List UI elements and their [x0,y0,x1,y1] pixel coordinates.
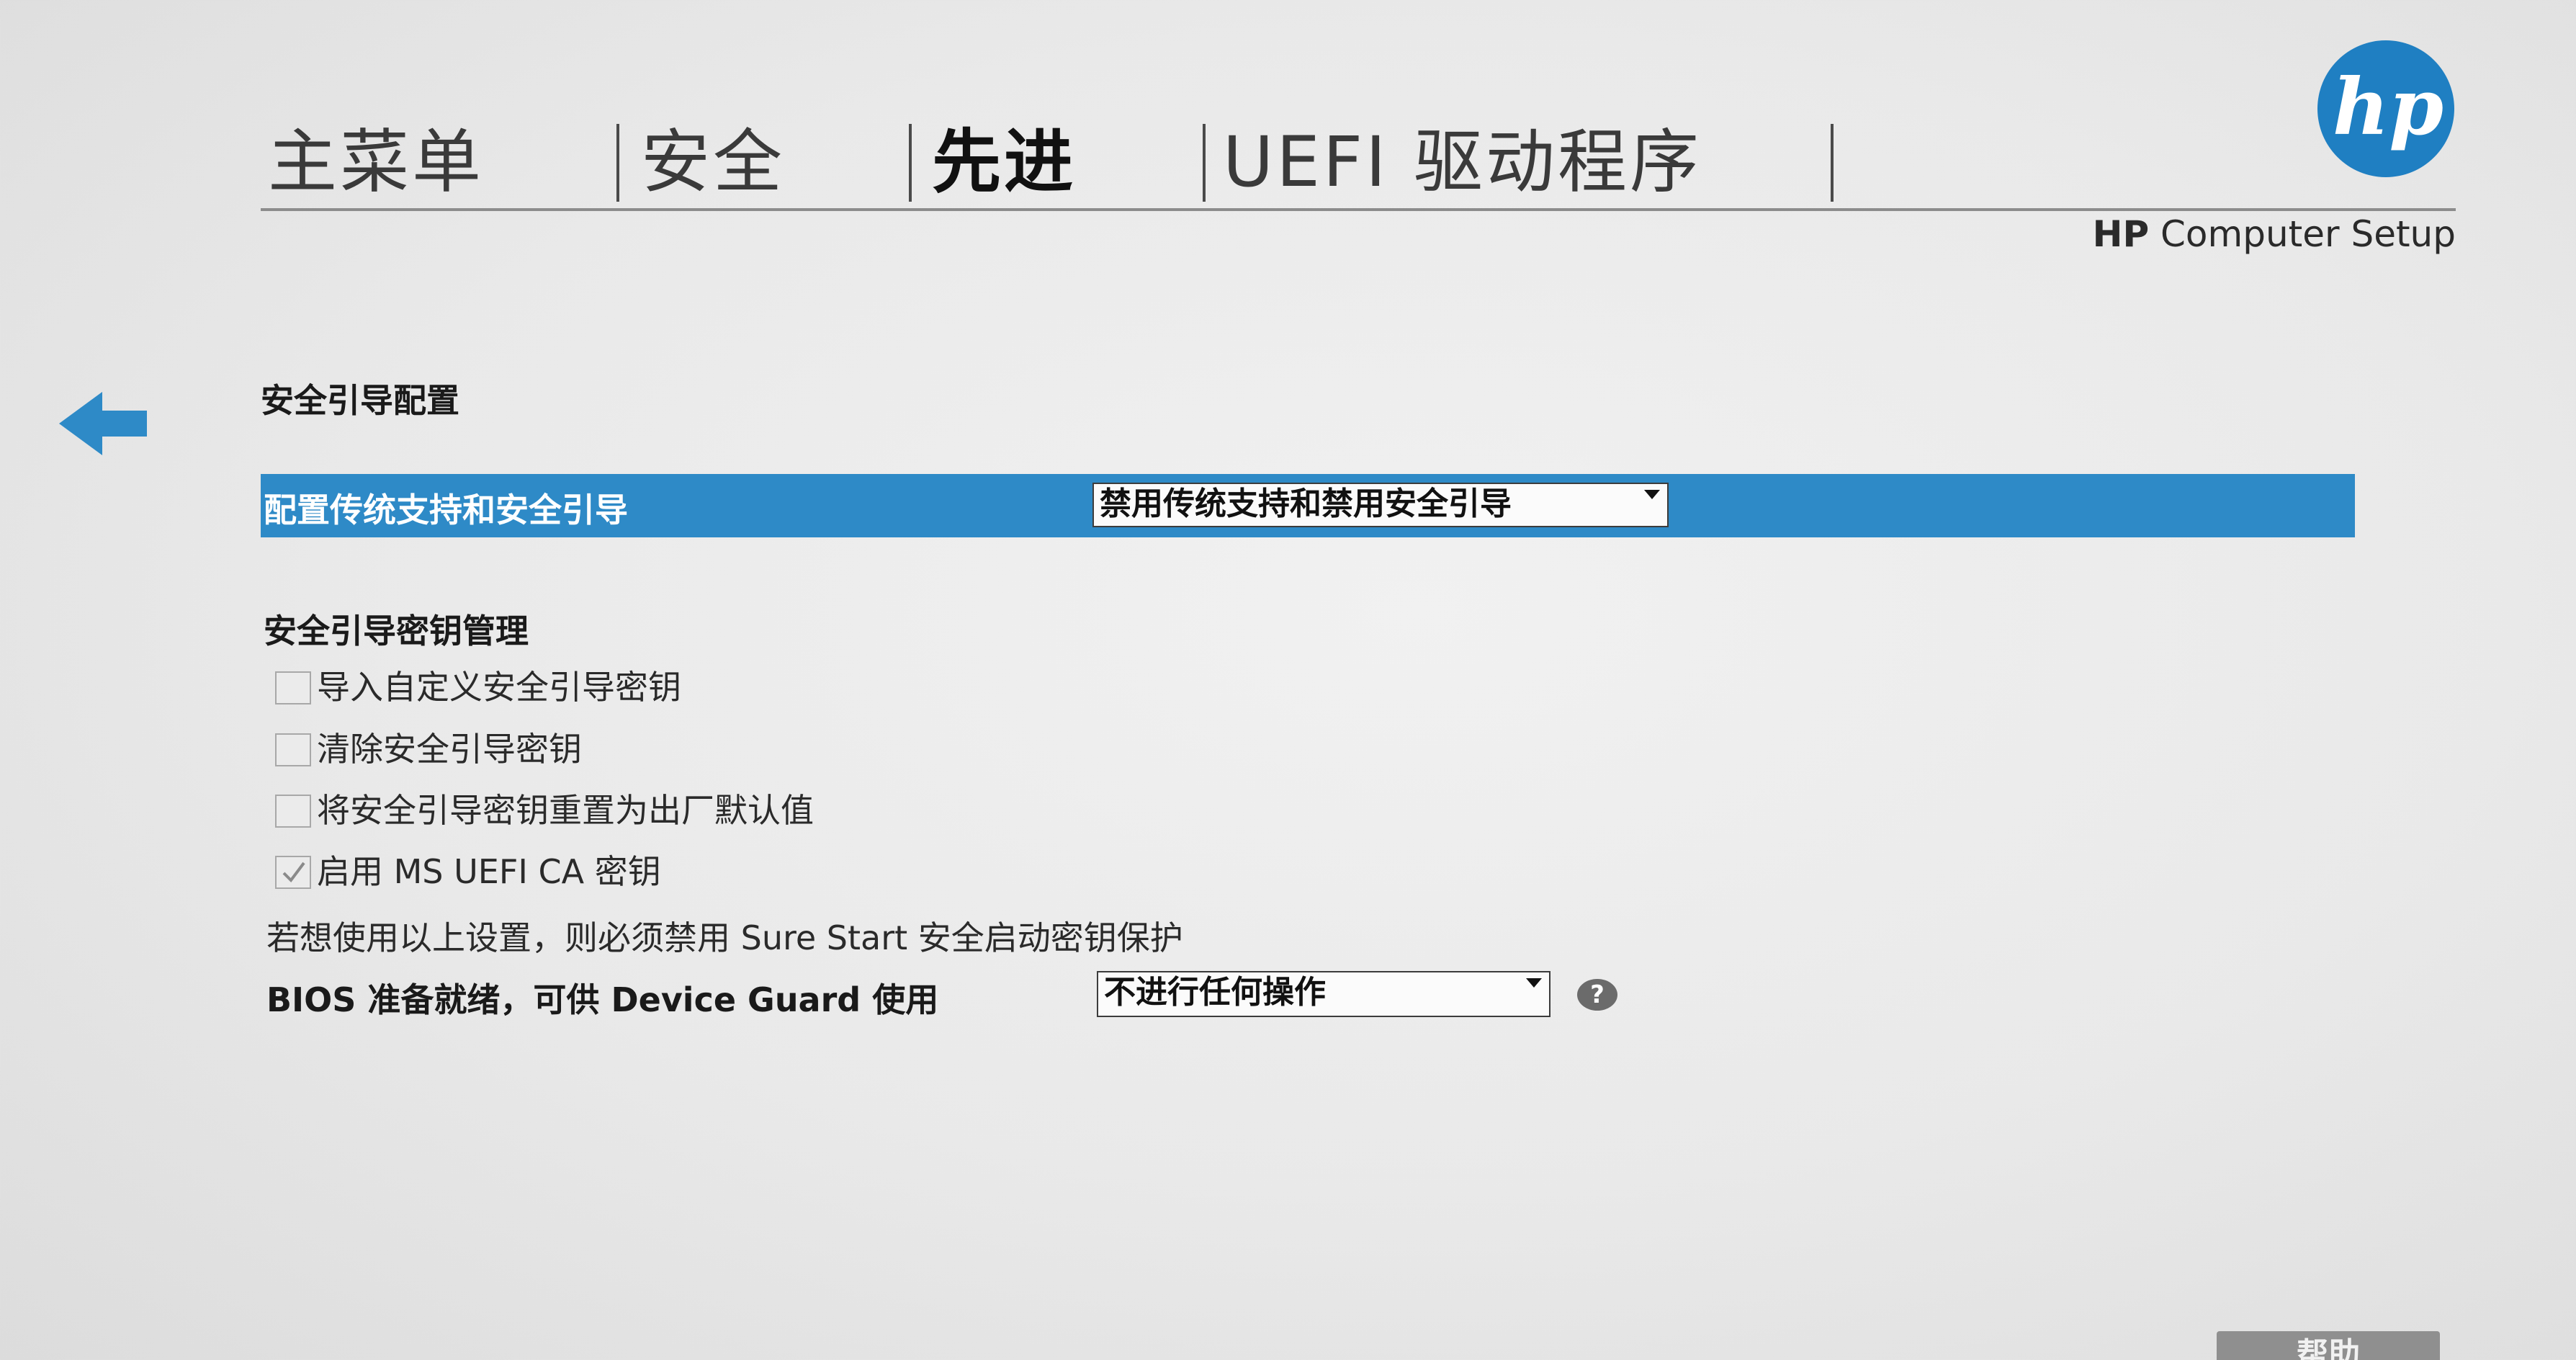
chevron-down-icon [1526,978,1542,988]
legacy-secure-boot-row[interactable]: 配置传统支持和安全引导 禁用传统支持和禁用安全引导 [261,474,2355,537]
tabs-underline [261,208,2456,211]
device-guard-select[interactable]: 不进行任何操作 [1097,971,1550,1017]
secure-boot-config-heading: 安全引导配置 [261,381,459,420]
svg-text:hp: hp [2333,62,2443,153]
tab-main-menu[interactable]: 主菜单 [268,122,484,202]
tab-separator [1831,124,1834,202]
legacy-secure-boot-value: 禁用传统支持和禁用安全引导 [1100,486,1512,522]
checkbox[interactable] [275,671,311,704]
checkbox[interactable] [275,733,311,766]
tab-advanced[interactable]: 先进 [932,122,1076,202]
help-button[interactable]: 帮助 [2217,1331,2440,1360]
tab-separator [616,124,619,202]
legacy-secure-boot-select[interactable]: 禁用传统支持和禁用安全引导 [1092,483,1669,527]
checkbox[interactable] [275,856,311,889]
brand-rest: Computer Setup [2149,213,2456,255]
arrow-left-icon[interactable] [56,389,153,458]
tab-separator [1203,124,1206,202]
sure-start-note: 若想使用以上设置，则必须禁用 Sure Start 安全启动密钥保护 [266,918,1183,957]
top-tabs: 主菜单 安全 先进 UEFI 驱动程序 [261,108,1834,209]
key-management-heading: 安全引导密钥管理 [264,612,529,650]
checkbox-label: 导入自定义安全引导密钥 [317,668,681,707]
device-guard-label: BIOS 准备就绪，可供 Device Guard 使用 [266,980,939,1019]
tab-security[interactable]: 安全 [641,122,785,202]
checkmark-icon [282,862,305,883]
tab-uefi-drivers[interactable]: UEFI 驱动程序 [1223,122,1702,202]
device-guard-value: 不进行任何操作 [1104,974,1326,1011]
hp-logo-icon: hp [2316,39,2456,179]
legacy-secure-boot-label: 配置传统支持和安全引导 [264,491,628,529]
checkbox[interactable] [275,795,311,828]
help-icon[interactable]: ? [1577,979,1617,1011]
tab-separator [909,124,912,202]
checkbox-label: 将安全引导密钥重置为出厂默认值 [317,791,814,830]
checkbox-label: 启用 MS UEFI CA 密钥 [317,852,661,891]
brand-bold: HP [2092,213,2150,255]
chevron-down-icon [1644,490,1660,499]
product-title: HP Computer Setup [2088,213,2456,255]
checkbox-label: 清除安全引导密钥 [317,730,582,769]
